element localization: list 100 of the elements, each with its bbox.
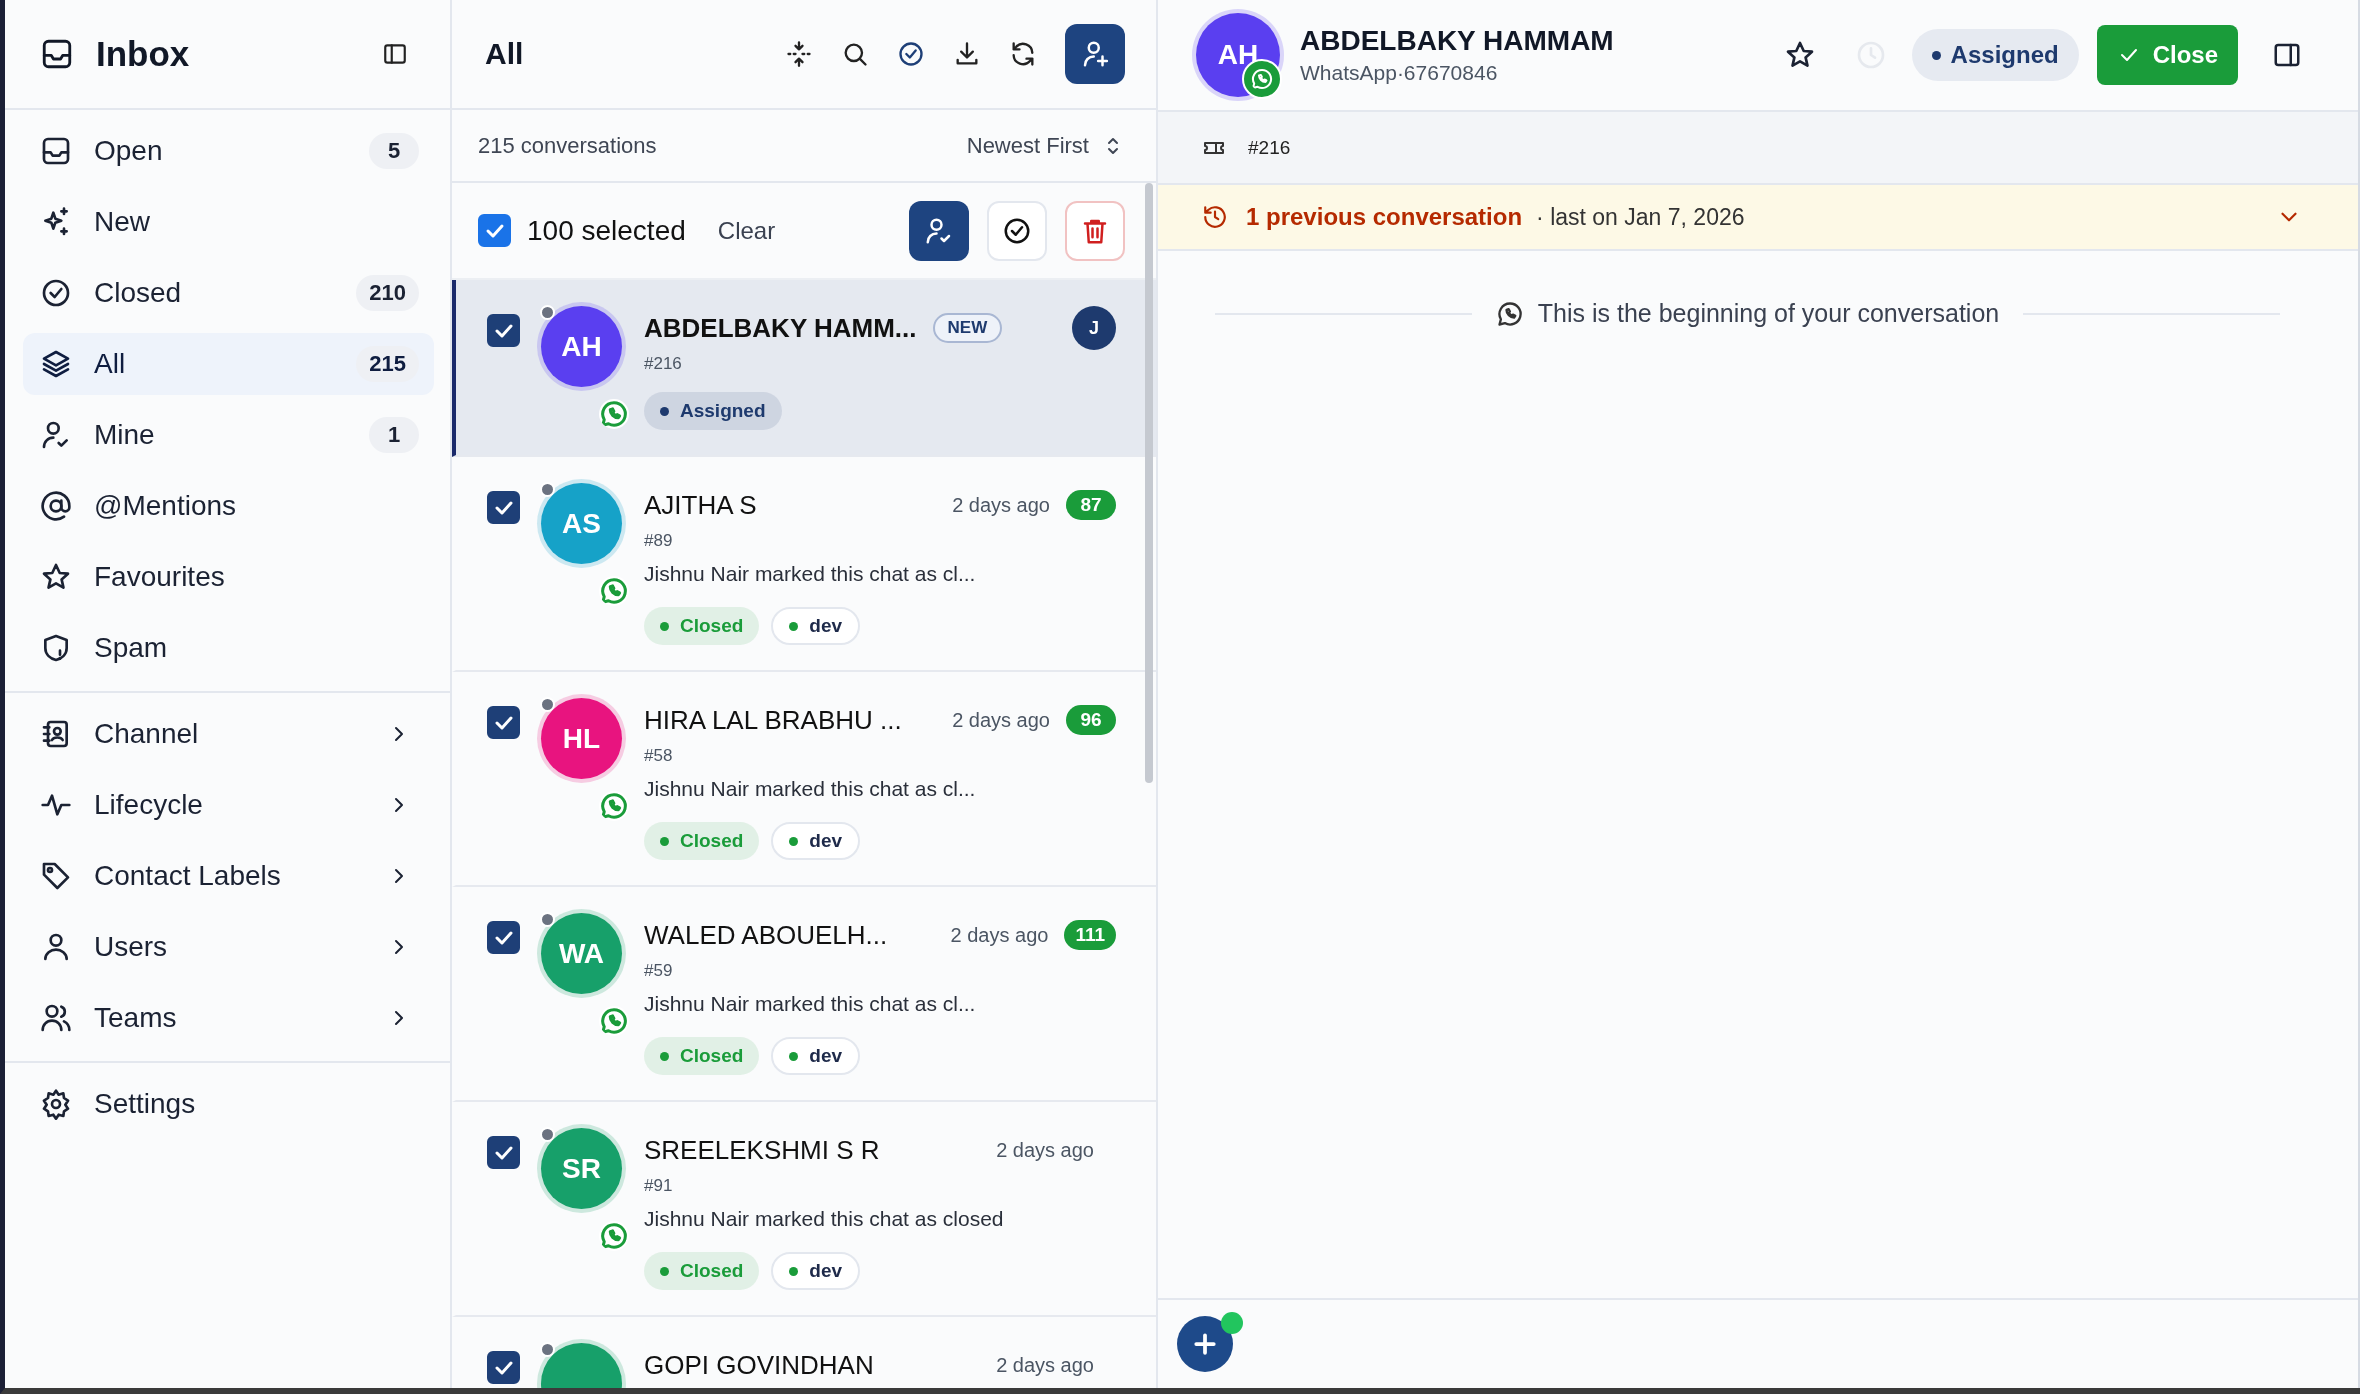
- layers-icon: [40, 348, 72, 380]
- status-tag: Assigned: [644, 392, 782, 430]
- sidebar-item[interactable]: Favourites: [23, 546, 434, 608]
- sidebar-item[interactable]: Teams: [23, 987, 434, 1049]
- avatar: AH: [541, 306, 622, 387]
- delete-button[interactable]: [1065, 200, 1125, 261]
- timestamp: 2 days ago: [952, 493, 1050, 517]
- whatsapp-icon: [599, 576, 629, 606]
- sidebar-item[interactable]: All 215: [23, 333, 434, 395]
- checkbox[interactable]: [487, 491, 520, 524]
- sidebar-item[interactable]: Users: [23, 916, 434, 978]
- timestamp: 2 days ago: [996, 1353, 1094, 1377]
- sidebar-item[interactable]: New: [23, 191, 434, 253]
- scrollbar-thumb[interactable]: [1145, 183, 1153, 783]
- collapse-icon[interactable]: [785, 40, 813, 68]
- conversation-count: 215 conversations: [478, 132, 657, 159]
- conversation-item[interactable]: SR SREELEKSHMI S R 2 days ago #91 Jishnu Nair marked this chat as closed Closed dev: [452, 1102, 1156, 1317]
- contact-name: HIRA LAL BRABHU ...: [644, 704, 902, 736]
- sidebar-item[interactable]: Spam: [23, 617, 434, 679]
- contact-name: WALED ABOUELH...: [644, 919, 888, 951]
- ticket-number: #216: [1248, 136, 1291, 159]
- contact-name: AJITHA S: [644, 489, 757, 521]
- label-tag: dev: [771, 1252, 861, 1290]
- count-badge: 210: [356, 275, 419, 311]
- sidebar-label: Favourites: [94, 561, 226, 593]
- avatar: WA: [541, 913, 622, 994]
- selection-count: 100 selected: [527, 214, 686, 247]
- refresh-icon[interactable]: [1009, 40, 1037, 68]
- tag-icon: [40, 860, 72, 892]
- whatsapp-icon: [599, 1221, 629, 1251]
- sidebar-label: Settings: [94, 1088, 197, 1120]
- at-sign-icon: [40, 490, 72, 522]
- avatar: AS: [541, 483, 622, 564]
- clear-button[interactable]: Clear: [717, 216, 776, 245]
- online-dot: [1221, 1312, 1243, 1334]
- timestamp: 2 days ago: [952, 708, 1050, 732]
- checkbox[interactable]: [487, 921, 520, 954]
- close-conversation-button[interactable]: Close: [2096, 25, 2238, 85]
- sidebar-item[interactable]: Lifecycle: [23, 774, 434, 836]
- timestamp: 2 days ago: [996, 1138, 1094, 1162]
- ticket-number: #216: [644, 353, 683, 375]
- sort-dropdown[interactable]: Newest First: [966, 132, 1125, 159]
- inbox-icon: [40, 37, 74, 71]
- sidebar-item[interactable]: Closed 210: [23, 262, 434, 324]
- assign-button[interactable]: [1065, 24, 1125, 84]
- timestamp: 2 days ago: [950, 923, 1049, 947]
- contact-name: ABDELBAKY HAMM...: [644, 312, 917, 344]
- message-preview: Jishnu Nair marked this chat as cl...: [644, 561, 977, 587]
- conversation-item[interactable]: HL HIRA LAL BRABHU ... 2 days ago 96 #58 Jishnu Nair marked this chat as cl... Closed dev: [452, 672, 1156, 887]
- whatsapp-icon: [599, 1006, 629, 1036]
- conversation-item[interactable]: AH ABDELBAKY HAMM... NEW J #216 Assigned: [452, 280, 1156, 457]
- sidebar-label: @Mentions: [94, 490, 238, 522]
- check-circle-icon: [40, 277, 72, 309]
- select-all-checkbox[interactable]: [478, 214, 511, 247]
- sidebar-item[interactable]: @Mentions: [23, 475, 434, 537]
- previous-conversation-link[interactable]: 1 previous conversation: [1246, 203, 1523, 231]
- sidebar-label: Mine: [94, 419, 156, 451]
- avatar: HL: [541, 698, 622, 779]
- new-badge: NEW: [932, 313, 1003, 343]
- sidebar-item[interactable]: Contact Labels: [23, 845, 434, 907]
- resolve-button[interactable]: [987, 200, 1047, 261]
- sidebar-item[interactable]: Settings: [23, 1073, 434, 1135]
- label-tag: dev: [771, 607, 861, 645]
- settings-icon: [40, 1088, 72, 1120]
- sidebar-label: Open: [94, 135, 164, 167]
- sidebar-item[interactable]: Channel: [23, 703, 434, 765]
- conversation-item[interactable]: GOPI GOVINDHAN 2 days ago: [452, 1317, 1156, 1388]
- sidebar-toggle-icon[interactable]: [382, 41, 408, 67]
- whatsapp-icon: [599, 791, 629, 821]
- avatar: SR: [541, 1128, 622, 1209]
- history-banner[interactable]: 1 previous conversation · last on Jan 7, 2026: [1158, 185, 2358, 251]
- sidebar-label: Lifecycle: [94, 789, 204, 821]
- add-button[interactable]: [1177, 1316, 1233, 1372]
- sidebar-item[interactable]: Open 5: [23, 120, 434, 182]
- assign-button[interactable]: [909, 200, 969, 261]
- checkbox[interactable]: [487, 314, 520, 347]
- sidebar-label: Channel: [94, 718, 200, 750]
- message-preview: Jishnu Nair marked this chat as cl...: [644, 776, 977, 802]
- checkbox[interactable]: [487, 706, 520, 739]
- unread-count: 96: [1066, 705, 1116, 735]
- list-title: All: [485, 37, 525, 71]
- conversation-item[interactable]: WA WALED ABOUELH... 2 days ago 111 #59 Jishnu Nair marked this chat as cl... Closed dev: [452, 887, 1156, 1102]
- conversation-start-text: This is the beginning of your conversation: [1537, 299, 2000, 328]
- message-preview: Jishnu Nair marked this chat as cl...: [644, 991, 977, 1017]
- count-badge: 215: [356, 346, 419, 382]
- contact-channel: WhatsApp·67670846: [1300, 61, 1499, 85]
- ticket-number: #91: [644, 1175, 674, 1197]
- sidebar-label: Contact Labels: [94, 860, 282, 892]
- history-icon: [1202, 204, 1228, 230]
- checkbox[interactable]: [487, 1136, 520, 1169]
- sidebar-label: New: [94, 206, 151, 238]
- ticket-number: #89: [644, 530, 674, 552]
- message-preview: Jishnu Nair marked this chat as closed: [644, 1206, 1005, 1232]
- label-tag: dev: [771, 1037, 861, 1075]
- users-icon: [40, 1002, 72, 1034]
- sidebar-item[interactable]: Mine 1: [23, 404, 434, 466]
- contact-name: ABDELBAKY HAMMAM: [1300, 25, 1615, 57]
- check-circle-icon[interactable]: [897, 40, 925, 68]
- sidebar-label: Closed: [94, 277, 183, 309]
- checkbox[interactable]: [487, 1351, 520, 1384]
